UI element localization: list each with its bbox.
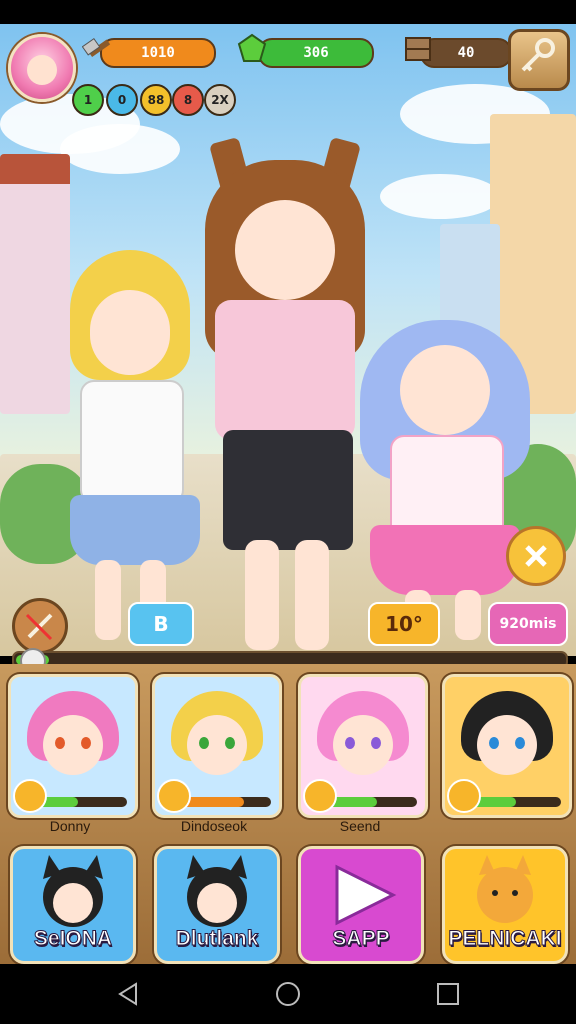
character-face <box>333 715 393 775</box>
home-icon[interactable] <box>274 980 302 1008</box>
crate-icon <box>402 32 434 64</box>
character-card[interactable] <box>298 674 428 818</box>
gem-icon <box>236 32 268 64</box>
character-eye <box>199 737 209 749</box>
character-face <box>477 715 537 775</box>
recents-icon[interactable] <box>434 980 462 1008</box>
character-eye <box>515 737 525 749</box>
character-bar <box>37 797 127 807</box>
cat-girl-icon <box>43 855 103 927</box>
character-catgirl-brown[interactable] <box>195 136 375 650</box>
menu-tile-label: SAPP <box>332 927 390 951</box>
status-bar <box>0 0 576 24</box>
character-bar <box>181 797 271 807</box>
wrench-icon <box>447 779 481 813</box>
character-eye <box>81 737 91 749</box>
character-eye <box>225 737 235 749</box>
badge-1[interactable]: 1 <box>72 84 104 116</box>
character-name: Dindoseok <box>180 818 248 834</box>
character-eye <box>489 737 499 749</box>
avatar-face <box>27 55 57 85</box>
broom-icon <box>25 613 53 641</box>
dog-icon <box>477 855 533 923</box>
character-name: Donny <box>49 818 91 834</box>
cat-girl-icon <box>187 855 247 927</box>
character-blonde-girl[interactable] <box>60 250 210 640</box>
menu-tile-label: Dlutlank <box>175 927 259 951</box>
resource-gem-value: 306 <box>258 38 374 68</box>
character-eye <box>55 737 65 749</box>
arrow-icon <box>13 779 47 813</box>
flower-icon <box>157 779 191 813</box>
cloud <box>380 174 500 219</box>
star-icon <box>303 779 337 813</box>
character-card[interactable] <box>152 674 282 818</box>
back-icon[interactable] <box>114 980 142 1008</box>
player-avatar[interactable] <box>8 34 76 102</box>
orange-action-button[interactable]: 10° <box>368 602 440 646</box>
menu-tile[interactable]: PELNICAKI <box>442 846 568 964</box>
character-name: Seend <box>339 818 381 834</box>
pink-action-button[interactable]: 920mis <box>488 602 568 646</box>
character-face <box>43 715 103 775</box>
menu-tile[interactable]: Dlutlank <box>154 846 280 964</box>
badge-3[interactable]: 88 <box>140 84 172 116</box>
character-bluehair-girl[interactable] <box>360 300 530 640</box>
menu-tile[interactable]: SeIONA <box>10 846 136 964</box>
badge-5[interactable]: 2X <box>204 84 236 116</box>
menu-tile-label: PELNICAKI <box>448 927 562 951</box>
character-bar <box>471 797 561 807</box>
character-bar <box>327 797 417 807</box>
hammer-icon <box>81 32 114 64</box>
character-face <box>187 715 247 775</box>
menu-tile-label: SeIONA <box>33 927 113 951</box>
play-icon <box>335 864 397 926</box>
menu-tile[interactable]: SAPP <box>298 846 424 964</box>
character-card[interactable] <box>442 674 572 818</box>
bottom-panel: Donny Dindoseok Seend SeIONA Dlutlank SAPP PEL… <box>0 664 576 964</box>
character-eye <box>371 737 381 749</box>
key-icon <box>521 38 555 72</box>
close-button[interactable] <box>506 526 566 586</box>
broom-button[interactable] <box>12 598 68 654</box>
navigation-bar <box>0 964 576 1024</box>
close-icon <box>525 545 547 567</box>
badge-2[interactable]: 0 <box>106 84 138 116</box>
top-hud: 1010 306 40 1 0 88 8 2X <box>0 24 576 144</box>
badge-4[interactable]: 8 <box>172 84 204 116</box>
character-card[interactable] <box>8 674 138 818</box>
resource-hammer-value: 1010 <box>100 38 216 68</box>
character-eye <box>345 737 355 749</box>
key-button[interactable] <box>508 29 570 91</box>
blue-action-button[interactable]: B <box>128 602 194 646</box>
